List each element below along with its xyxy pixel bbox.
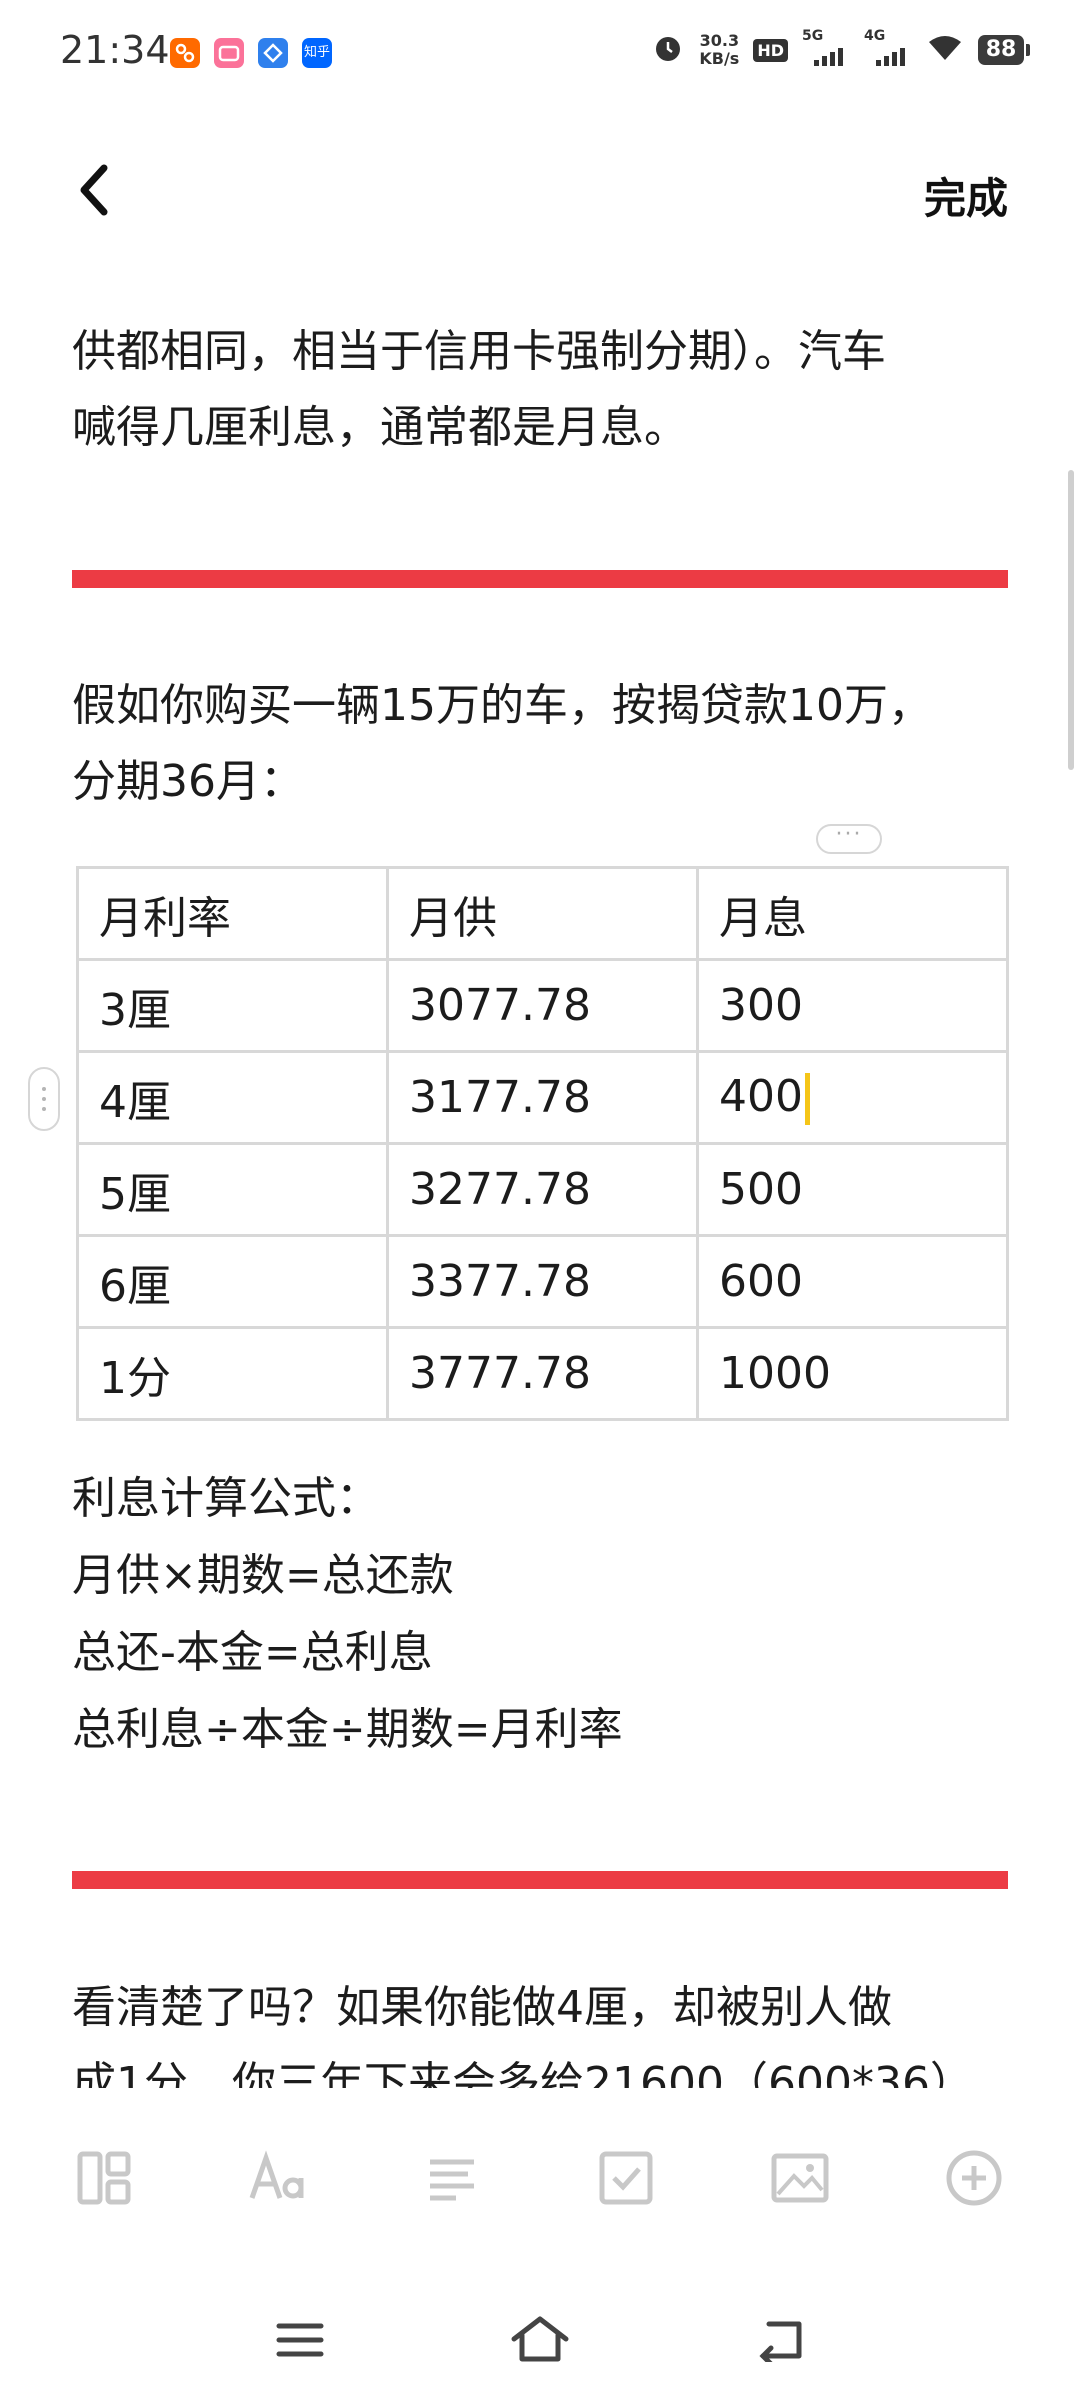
table-row: 6厘 3377.78 600 [76, 1234, 1009, 1329]
table-row: 5厘 3277.78 500 [76, 1142, 1009, 1237]
text-format-icon [249, 2150, 304, 2199]
paragraph-line: 分期36月： [72, 756, 304, 807]
formula-title: 利息计算公式： [72, 1473, 380, 1524]
checkbox-button[interactable] [586, 2138, 666, 2218]
table-header-cell[interactable]: 月利率 [76, 866, 389, 961]
back-button[interactable] [70, 160, 120, 220]
table-header-cell[interactable]: 月供 [386, 866, 699, 961]
back-icon [759, 2321, 802, 2362]
paragraph-button[interactable] [412, 2138, 492, 2218]
back-nav-button[interactable] [740, 2300, 820, 2380]
red-divider [72, 570, 1008, 588]
table-cell[interactable]: 500 [696, 1142, 1009, 1237]
table-cell[interactable]: 3177.78 [386, 1050, 699, 1145]
paragraph-intro[interactable]: 供都相同，相当于信用卡强制分期）。汽车 喊得几厘利息，通常都是月息。 [72, 314, 1008, 466]
table-cell[interactable]: 3077.78 [386, 958, 699, 1053]
formula-line: 总还-本金=总利息 [72, 1627, 433, 1678]
scrollbar[interactable] [1068, 470, 1074, 770]
image-button[interactable] [760, 2138, 840, 2218]
paragraph-conclusion[interactable]: 看清楚了吗？如果你能做4厘，却被别人做 成1分，你三年下来会多给21600（60… [72, 1970, 1008, 2088]
status-time: 21:34 [60, 28, 170, 72]
table-cell-active[interactable]: 400 [696, 1050, 1009, 1145]
interest-table[interactable]: 月利率 月供 月息 3厘 3077.78 300 4厘 3177.78 400 … [76, 866, 1009, 1421]
signal-5g: 5G [802, 28, 850, 70]
table-cell-text: 400 [719, 1070, 803, 1122]
formula-block[interactable]: 利息计算公式： 月供×期数=总还款 总还-本金=总利息 总利息÷本金÷期数=月利… [72, 1460, 1008, 1768]
table-cell[interactable]: 3277.78 [386, 1142, 699, 1237]
table-cell[interactable]: 6厘 [76, 1234, 389, 1329]
formula-line: 月供×期数=总还款 [72, 1550, 454, 1601]
battery-indicator: 88 [978, 35, 1030, 65]
taobao-icon [170, 38, 200, 68]
table-cell[interactable]: 3777.78 [386, 1326, 699, 1421]
table-cell[interactable]: 3厘 [76, 958, 389, 1053]
layout-icon [77, 2151, 131, 2205]
table-cell[interactable]: 600 [696, 1234, 1009, 1329]
battery-tip [1026, 44, 1030, 56]
wifi-icon [926, 32, 964, 68]
table-cell[interactable]: 1000 [696, 1326, 1009, 1421]
table-cell[interactable]: 1分 [76, 1326, 389, 1421]
text-format-button[interactable] [238, 2138, 318, 2218]
status-bar: 21:34 知乎 30.3 KB/s HD 5G 4G 88 [0, 0, 1080, 110]
alarm-icon [651, 31, 685, 69]
menu-icon [276, 2323, 324, 2357]
table-header-row: 月利率 月供 月息 [76, 866, 1009, 961]
notification-app-icons: 知乎 [170, 38, 332, 68]
paragraph-line: 成1分，你三年下来会多给21600（600*36） [72, 2058, 974, 2088]
navigation-icon [258, 38, 288, 68]
editor-toolbar [0, 2120, 1080, 2240]
table-header-cell[interactable]: 月息 [696, 866, 1009, 961]
home-button[interactable] [500, 2300, 580, 2380]
done-button[interactable]: 完成 [924, 165, 1008, 226]
row-drag-handle[interactable] [28, 1067, 60, 1131]
formula-line: 总利息÷本金÷期数=月利率 [72, 1704, 623, 1755]
recent-apps-button[interactable] [260, 2300, 340, 2380]
chevron-left-icon [80, 164, 108, 216]
table-row: 3厘 3077.78 300 [76, 958, 1009, 1053]
home-icon [511, 2316, 569, 2362]
status-indicators: 30.3 KB/s HD 5G 4G 88 [651, 28, 1030, 70]
checkbox-icon [599, 2151, 653, 2205]
table-cell[interactable]: 300 [696, 958, 1009, 1053]
paragraph-line: 供都相同，相当于信用卡强制分期）。汽车 [72, 326, 886, 377]
hd-icon: HD [753, 38, 788, 62]
red-divider [72, 1871, 1008, 1889]
table-cell[interactable]: 5厘 [76, 1142, 389, 1237]
paragraph-icon [430, 2159, 474, 2201]
table-cell[interactable]: 4厘 [76, 1050, 389, 1145]
battery-level: 88 [978, 35, 1024, 65]
bilibili-icon [214, 38, 244, 68]
paragraph-line: 看清楚了吗？如果你能做4厘，却被别人做 [72, 1982, 892, 2033]
network-speed: 30.3 KB/s [699, 31, 740, 68]
zhihu-icon: 知乎 [302, 38, 332, 68]
add-button[interactable] [934, 2138, 1014, 2218]
paragraph-line: 喊得几厘利息，通常都是月息。 [72, 402, 688, 453]
signal-4g: 4G [864, 28, 912, 70]
text-cursor [804, 1072, 810, 1125]
table-menu-handle[interactable]: ··· [816, 824, 882, 854]
add-icon [946, 2150, 1002, 2206]
table-cell[interactable]: 3377.78 [386, 1234, 699, 1329]
paragraph-line: 假如你购买一辆15万的车，按揭贷款10万， [72, 680, 932, 731]
system-nav-bar [0, 2280, 1080, 2400]
image-icon [771, 2153, 829, 2203]
paragraph-example[interactable]: 假如你购买一辆15万的车，按揭贷款10万， 分期36月： [72, 668, 1008, 820]
signal-icon [814, 48, 843, 66]
table-row: 4厘 3177.78 400 [76, 1050, 1009, 1145]
signal-icon [876, 48, 905, 66]
layout-button[interactable] [64, 2138, 144, 2218]
table-row: 1分 3777.78 1000 [76, 1326, 1009, 1421]
